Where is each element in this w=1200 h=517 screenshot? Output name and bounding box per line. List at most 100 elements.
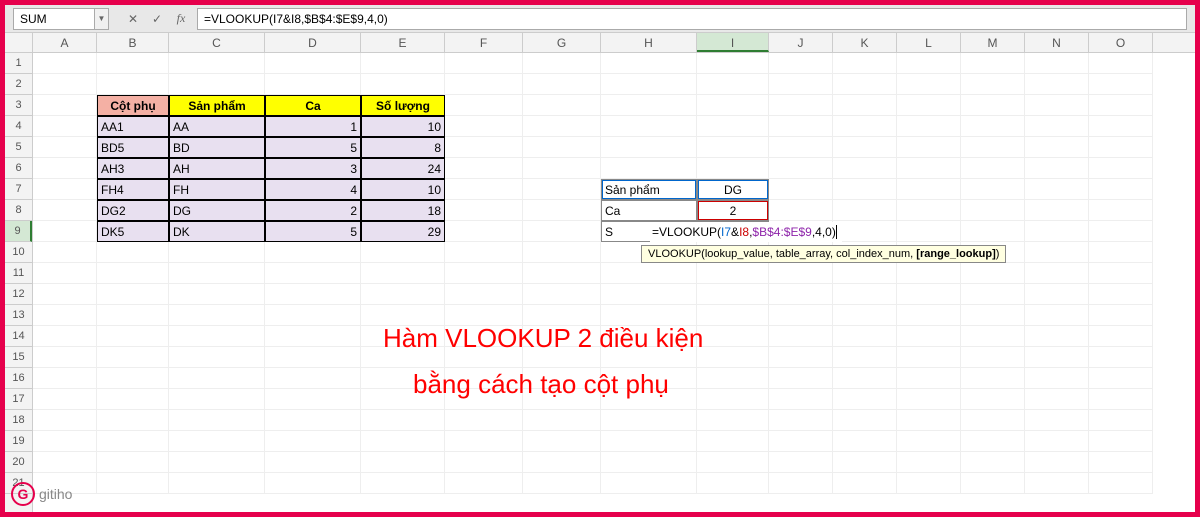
cell-J20[interactable] bbox=[769, 452, 833, 473]
cell-L17[interactable] bbox=[897, 389, 961, 410]
cell-I15[interactable] bbox=[697, 347, 769, 368]
cell-J8[interactable] bbox=[769, 200, 833, 221]
cell-C7[interactable]: FH bbox=[169, 179, 265, 200]
cell-M14[interactable] bbox=[961, 326, 1025, 347]
cell-J17[interactable] bbox=[769, 389, 833, 410]
cell-D8[interactable]: 2 bbox=[265, 200, 361, 221]
cell-N1[interactable] bbox=[1025, 53, 1089, 74]
cell-F19[interactable] bbox=[445, 431, 523, 452]
cell-K11[interactable] bbox=[833, 263, 897, 284]
col-header-H[interactable]: H bbox=[601, 33, 697, 52]
cell-G6[interactable] bbox=[523, 158, 601, 179]
cell-D11[interactable] bbox=[265, 263, 361, 284]
row-header-17[interactable]: 17 bbox=[5, 389, 32, 410]
cell-G12[interactable] bbox=[523, 284, 601, 305]
cell-C1[interactable] bbox=[169, 53, 265, 74]
cell-B5[interactable]: BD5 bbox=[97, 137, 169, 158]
cell-E19[interactable] bbox=[361, 431, 445, 452]
cell-M9[interactable] bbox=[961, 221, 1025, 242]
cell-G19[interactable] bbox=[523, 431, 601, 452]
cell-D20[interactable] bbox=[265, 452, 361, 473]
cell-K12[interactable] bbox=[833, 284, 897, 305]
cell-O7[interactable] bbox=[1089, 179, 1153, 200]
cell-O12[interactable] bbox=[1089, 284, 1153, 305]
cell-O1[interactable] bbox=[1089, 53, 1153, 74]
row-header-6[interactable]: 6 bbox=[5, 158, 32, 179]
cell-M13[interactable] bbox=[961, 305, 1025, 326]
cell-I17[interactable] bbox=[697, 389, 769, 410]
cell-A19[interactable] bbox=[33, 431, 97, 452]
cell-N2[interactable] bbox=[1025, 74, 1089, 95]
cell-A13[interactable] bbox=[33, 305, 97, 326]
cell-J21[interactable] bbox=[769, 473, 833, 494]
col-header-J[interactable]: J bbox=[769, 33, 833, 52]
cell-L20[interactable] bbox=[897, 452, 961, 473]
cell-B14[interactable] bbox=[97, 326, 169, 347]
cell-J11[interactable] bbox=[769, 263, 833, 284]
row-header-14[interactable]: 14 bbox=[5, 326, 32, 347]
cell-D10[interactable] bbox=[265, 242, 361, 263]
cell-K4[interactable] bbox=[833, 116, 897, 137]
cell-H20[interactable] bbox=[601, 452, 697, 473]
cell-I21[interactable] bbox=[697, 473, 769, 494]
row-header-18[interactable]: 18 bbox=[5, 410, 32, 431]
cell-N11[interactable] bbox=[1025, 263, 1089, 284]
cell-F9[interactable] bbox=[445, 221, 523, 242]
cell-N3[interactable] bbox=[1025, 95, 1089, 116]
row-header-1[interactable]: 1 bbox=[5, 53, 32, 74]
cell-D2[interactable] bbox=[265, 74, 361, 95]
cell-N7[interactable] bbox=[1025, 179, 1089, 200]
cell-M1[interactable] bbox=[961, 53, 1025, 74]
cell-grid[interactable]: VLOOKUP(lookup_value, table_array, col_i… bbox=[33, 53, 1195, 512]
cell-B20[interactable] bbox=[97, 452, 169, 473]
row-header-10[interactable]: 10 bbox=[5, 242, 32, 263]
cell-B18[interactable] bbox=[97, 410, 169, 431]
cell-C19[interactable] bbox=[169, 431, 265, 452]
cell-M2[interactable] bbox=[961, 74, 1025, 95]
cell-B6[interactable]: AH3 bbox=[97, 158, 169, 179]
cell-I12[interactable] bbox=[697, 284, 769, 305]
cell-J4[interactable] bbox=[769, 116, 833, 137]
cell-M11[interactable] bbox=[961, 263, 1025, 284]
cell-G18[interactable] bbox=[523, 410, 601, 431]
cell-M19[interactable] bbox=[961, 431, 1025, 452]
cell-G11[interactable] bbox=[523, 263, 601, 284]
cell-O15[interactable] bbox=[1089, 347, 1153, 368]
cell-B7[interactable]: FH4 bbox=[97, 179, 169, 200]
cell-B9[interactable]: DK5 bbox=[97, 221, 169, 242]
enter-icon[interactable]: ✓ bbox=[145, 8, 169, 30]
cell-D7[interactable]: 4 bbox=[265, 179, 361, 200]
cell-A5[interactable] bbox=[33, 137, 97, 158]
cell-I1[interactable] bbox=[697, 53, 769, 74]
cell-C6[interactable]: AH bbox=[169, 158, 265, 179]
cell-H7[interactable]: Sản phẩm bbox=[601, 179, 697, 200]
cell-F21[interactable] bbox=[445, 473, 523, 494]
cell-I14[interactable] bbox=[697, 326, 769, 347]
cell-M3[interactable] bbox=[961, 95, 1025, 116]
cell-L2[interactable] bbox=[897, 74, 961, 95]
cell-K6[interactable] bbox=[833, 158, 897, 179]
cell-I11[interactable] bbox=[697, 263, 769, 284]
cell-B8[interactable]: DG2 bbox=[97, 200, 169, 221]
cell-K20[interactable] bbox=[833, 452, 897, 473]
cell-O19[interactable] bbox=[1089, 431, 1153, 452]
cell-L4[interactable] bbox=[897, 116, 961, 137]
cell-K1[interactable] bbox=[833, 53, 897, 74]
cell-O14[interactable] bbox=[1089, 326, 1153, 347]
cell-F11[interactable] bbox=[445, 263, 523, 284]
cell-G10[interactable] bbox=[523, 242, 601, 263]
cell-K16[interactable] bbox=[833, 368, 897, 389]
cell-H8[interactable]: Ca bbox=[601, 200, 697, 221]
cell-L13[interactable] bbox=[897, 305, 961, 326]
cell-F5[interactable] bbox=[445, 137, 523, 158]
cell-L1[interactable] bbox=[897, 53, 961, 74]
cell-O16[interactable] bbox=[1089, 368, 1153, 389]
cell-K17[interactable] bbox=[833, 389, 897, 410]
cell-J13[interactable] bbox=[769, 305, 833, 326]
cell-N12[interactable] bbox=[1025, 284, 1089, 305]
cell-D1[interactable] bbox=[265, 53, 361, 74]
cell-N9[interactable] bbox=[1025, 221, 1089, 242]
cell-H1[interactable] bbox=[601, 53, 697, 74]
cell-O11[interactable] bbox=[1089, 263, 1153, 284]
cell-N17[interactable] bbox=[1025, 389, 1089, 410]
